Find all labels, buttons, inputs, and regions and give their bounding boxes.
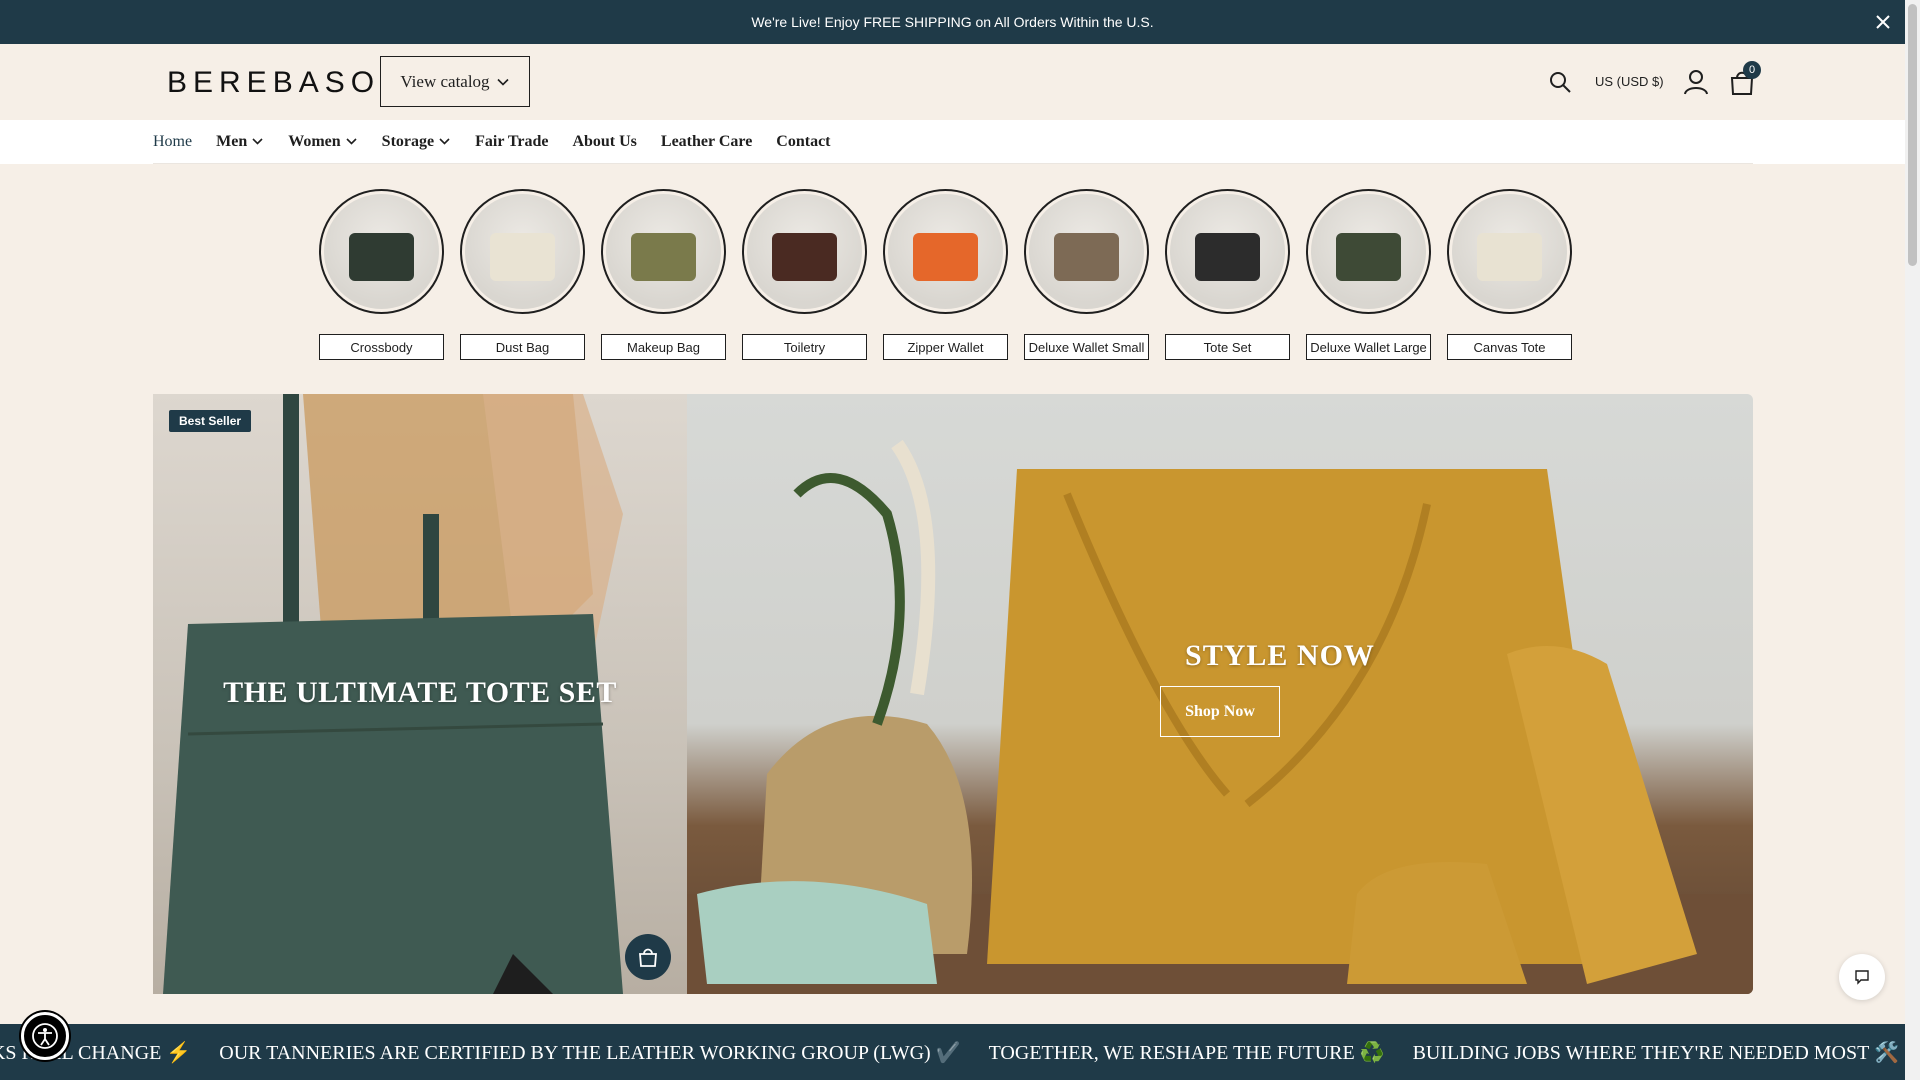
nav-item-label: Men [216,132,248,150]
category-product-shape [1195,233,1260,282]
nav-item-men[interactable]: Men [216,133,264,151]
brand-logo[interactable]: BEREBASO [167,66,380,100]
hero-left-title: THE ULTIMATE TOTE SET [223,676,617,709]
nav-item-label: Contact [776,132,831,150]
nav-item-fair-trade[interactable]: Fair Trade [475,133,548,151]
category-product-shape [631,233,696,282]
category-canvas-tote[interactable]: Canvas Tote [1447,189,1572,361]
category-image-circle[interactable] [883,189,1008,314]
nav-item-label: Home [153,132,193,150]
category-image [1029,194,1144,309]
category-image [1452,194,1567,309]
category-label[interactable]: Tote Set [1165,334,1290,360]
category-product-shape [349,233,414,282]
category-product-shape [772,233,837,282]
category-image-circle[interactable] [1165,189,1290,314]
category-image-circle[interactable] [601,189,726,314]
chat-button[interactable] [1839,954,1885,1000]
category-product-shape [1336,233,1401,282]
page-scrollbar[interactable] [1905,0,1920,1080]
nav-item-label: Women [288,132,341,150]
category-tote-set[interactable]: Tote Set [1165,189,1290,361]
user-account-icon[interactable] [1684,69,1708,95]
search-icon[interactable] [1548,70,1572,94]
nav-item-women[interactable]: Women [288,133,357,151]
category-image [1311,194,1426,309]
nav-item-label: About Us [572,132,637,150]
nav-item-leather-care[interactable]: Leather Care [661,133,752,151]
marquee-item: BUILDING JOBS WHERE THEY'RE NEEDED MOST … [1412,1041,1899,1064]
nav-item-label: Fair Trade [475,132,549,150]
accessibility-button[interactable] [21,1012,69,1060]
chevron-down-icon [496,78,509,86]
category-image [324,194,439,309]
category-label[interactable]: Toiletry [742,334,867,360]
category-strip: Crossbody Dust Bag Makeup Bag Toiletry Zippe… [319,189,1574,361]
nav-item-about-us[interactable]: About Us [572,133,636,151]
nav-item-storage[interactable]: Storage [382,133,451,151]
category-image [1170,194,1285,309]
chat-bubble-icon [1855,970,1869,985]
category-product-shape [913,233,978,282]
category-dust-bag[interactable]: Dust Bag [460,189,585,361]
best-seller-badge: Best Seller [169,410,252,432]
category-label[interactable]: Deluxe Wallet Small [1024,334,1149,360]
category-product-shape [490,233,555,282]
marquee-item: TOGETHER, WE RESHAPE THE FUTURE ♻️ [988,1041,1385,1064]
category-makeup-bag[interactable]: Makeup Bag [601,189,726,361]
marquee-track: ORDER SPARKS REAL CHANGE ⚡OUR TANNERIES … [0,1024,1905,1080]
category-crossbody[interactable]: Crossbody [319,189,444,361]
category-deluxe-wallet-small[interactable]: Deluxe Wallet Small [1024,189,1149,361]
category-image-circle[interactable] [1447,189,1572,314]
view-catalog-button[interactable]: View catalog [380,56,530,107]
category-image-circle[interactable] [742,189,867,314]
quick-shop-button[interactable] [625,934,671,980]
main-nav: Home Men Women Storage Fair Trade About Us Lea… [0,120,1905,164]
category-image [747,194,862,309]
close-icon[interactable] [1871,10,1895,34]
category-zipper-wallet[interactable]: Zipper Wallet [883,189,1008,361]
category-image-circle[interactable] [1024,189,1149,314]
shopping-bag-icon [639,948,657,967]
category-image-circle[interactable] [460,189,585,314]
category-label[interactable]: Deluxe Wallet Large [1306,334,1431,360]
category-product-shape [1054,233,1119,282]
nav-item-label: Leather Care [660,132,753,150]
category-label[interactable]: Canvas Tote [1447,334,1572,360]
scrollbar-thumb[interactable] [1908,4,1917,266]
chevron-down-icon [439,138,450,145]
category-toiletry[interactable]: Toiletry [742,189,867,361]
main-nav-list: Home Men Women Storage Fair Trade About Us Lea… [153,120,1753,164]
site-header: BEREBASO View catalog US (USD $) 0 [0,44,1905,120]
category-image [888,194,1003,309]
category-label[interactable]: Dust Bag [460,334,585,360]
nav-item-home[interactable]: Home [153,133,192,151]
category-product-shape [1477,233,1542,282]
category-image-circle[interactable] [319,189,444,314]
chevron-down-icon [346,138,357,145]
hero-tote-set-card[interactable]: Best Seller THE ULTIMATE TOTE SET [153,394,687,994]
category-label[interactable]: Crossbody [319,334,444,360]
view-catalog-label: View catalog [400,71,490,91]
category-deluxe-wallet-large[interactable]: Deluxe Wallet Large [1306,189,1431,361]
announcement-text: We're Live! Enjoy FREE SHIPPING on All O… [751,14,1154,30]
mission-marquee: ORDER SPARKS REAL CHANGE ⚡OUR TANNERIES … [0,1024,1905,1080]
category-label[interactable]: Makeup Bag [601,334,726,360]
chevron-down-icon [252,138,263,145]
cart-count-badge: 0 [1743,61,1761,79]
category-image [465,194,580,309]
nav-item-label: Storage [381,132,435,150]
announcement-bar: We're Live! Enjoy FREE SHIPPING on All O… [0,0,1905,44]
nav-item-contact[interactable]: Contact [776,133,830,151]
shop-now-button[interactable]: Shop Now [1160,686,1280,737]
marquee-item: OUR TANNERIES ARE CERTIFIED BY THE LEATH… [219,1041,961,1064]
hero-right-title: STYLE NOW [1185,639,1375,672]
accessibility-icon [32,1023,58,1049]
currency-selector[interactable]: US (USD $) [1595,74,1664,89]
category-image-circle[interactable] [1306,189,1431,314]
hero-style-now-card[interactable]: STYLE NOW Shop Now [687,394,1753,994]
category-label[interactable]: Zipper Wallet [883,334,1008,360]
category-image [606,194,721,309]
